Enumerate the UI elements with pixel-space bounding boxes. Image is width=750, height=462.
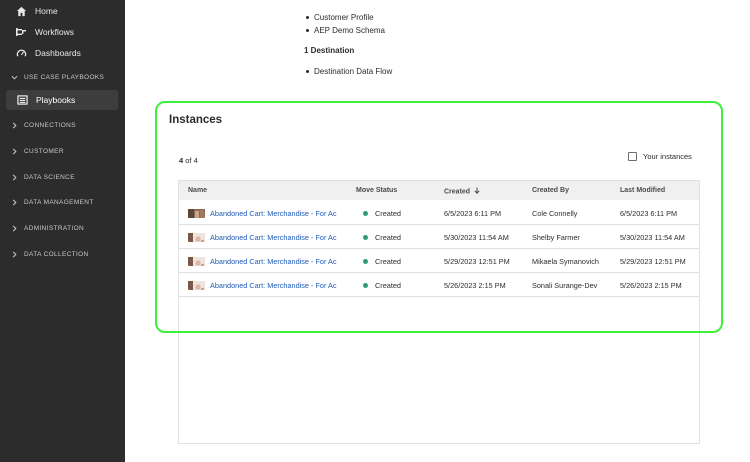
sidebar-section-connections[interactable]: CONNECTIONS — [0, 115, 125, 135]
sidebar-item-playbooks[interactable]: Playbooks — [6, 90, 118, 110]
column-header-created-by[interactable]: Created By — [532, 187, 569, 194]
instance-name-link[interactable]: Abandoned Cart: Merchandise - For Ac — [210, 257, 341, 266]
instances-table: Name Move Status Created Created By Last… — [178, 180, 700, 444]
sidebar-item-dashboards[interactable]: Dashboards — [0, 43, 125, 63]
sidebar-item-label: Home — [35, 6, 58, 16]
move-status: Created — [375, 209, 401, 218]
last-modified: 5/29/2023 12:51 PM — [620, 257, 686, 266]
instance-name-link[interactable]: Abandoned Cart: Merchandise - For Ac — [210, 209, 341, 218]
chevron-right-icon — [9, 143, 19, 159]
chevron-right-icon — [9, 220, 19, 236]
list-item: Customer Profile — [306, 13, 374, 22]
playbooks-icon — [14, 92, 30, 108]
chevron-right-icon — [9, 194, 19, 210]
count-total: of 4 — [183, 156, 198, 165]
thumbnail-image — [188, 255, 205, 266]
move-status: Created — [375, 281, 401, 290]
last-modified: 5/26/2023 2:15 PM — [620, 281, 682, 290]
sidebar-section-use-case-playbooks[interactable]: USE CASE PLAYBOOKS — [0, 67, 125, 87]
created-by: Sonali Surange-Dev — [532, 281, 598, 290]
your-instances-label: Your instances — [643, 152, 692, 161]
sort-descending-icon — [474, 187, 480, 196]
sidebar-section-label: DATA MANAGEMENT — [24, 198, 94, 206]
thumbnail-image — [188, 231, 205, 242]
created-date: 5/30/2023 11:54 AM — [444, 233, 509, 242]
instance-name-link[interactable]: Abandoned Cart: Merchandise - For Ac — [210, 281, 341, 290]
sidebar-section-customer[interactable]: CUSTOMER — [0, 141, 125, 161]
column-header-name[interactable]: Name — [188, 187, 207, 194]
created-by: Cole Connelly — [532, 209, 578, 218]
dashboards-icon — [13, 45, 29, 61]
status-dot — [363, 235, 368, 240]
column-header-move-status[interactable]: Move Status — [356, 187, 397, 194]
left-sidebar: Home Workflows Dashboards USE CASE PLAYB… — [0, 0, 125, 462]
thumbnail-image — [188, 207, 205, 218]
sidebar-item-workflows[interactable]: Workflows — [0, 22, 125, 42]
section-title: Instances — [169, 114, 223, 126]
chevron-right-icon — [9, 117, 19, 133]
sidebar-section-label: USE CASE PLAYBOOKS — [24, 73, 105, 81]
sidebar-section-label: CONNECTIONS — [24, 121, 76, 129]
list-item: Destination Data Flow — [305, 67, 393, 76]
destination-heading: 1 Destination — [304, 46, 355, 55]
sidebar-section-data-collection[interactable]: DATA COLLECTION — [0, 244, 125, 264]
sidebar-section-label: CUSTOMER — [24, 147, 64, 155]
sidebar-section-data-management[interactable]: DATA MANAGEMENT — [0, 192, 125, 212]
column-header-created[interactable]: Created — [444, 187, 480, 196]
sidebar-section-label: ADMINISTRATION — [24, 224, 85, 232]
status-dot — [363, 259, 368, 264]
your-instances-filter[interactable]: Your instances — [628, 152, 692, 161]
table-row[interactable]: Abandoned Cart: Merchandise - For Ac Cre… — [179, 225, 699, 249]
status-dot — [363, 283, 368, 288]
table-row[interactable]: Abandoned Cart: Merchandise - For Ac Cre… — [179, 201, 699, 225]
sidebar-item-label: Workflows — [35, 27, 75, 37]
sidebar-item-label: Playbooks — [36, 95, 76, 105]
last-modified: 6/5/2023 6:11 PM — [620, 209, 678, 218]
instance-count: 4 of 4 — [179, 156, 198, 165]
thumbnail-image — [188, 279, 205, 290]
chevron-right-icon — [9, 246, 19, 262]
sidebar-section-label: DATA COLLECTION — [24, 250, 89, 258]
created-date: 5/26/2023 2:15 PM — [444, 281, 506, 290]
created-by: Shelby Farmer — [532, 233, 580, 242]
table-row[interactable]: Abandoned Cart: Merchandise - For Ac Cre… — [179, 249, 699, 273]
move-status: Created — [375, 233, 401, 242]
sidebar-item-home[interactable]: Home — [0, 1, 125, 21]
status-dot — [363, 211, 368, 216]
sidebar-section-data-science[interactable]: DATA SCIENCE — [0, 167, 125, 187]
created-date: 6/5/2023 6:11 PM — [444, 209, 502, 218]
created-date: 5/29/2023 12:51 PM — [444, 257, 510, 266]
sidebar-item-label: Dashboards — [35, 48, 81, 58]
chevron-down-icon — [9, 69, 19, 85]
move-status: Created — [375, 257, 401, 266]
table-header: Name Move Status Created Created By Last… — [179, 181, 699, 200]
sidebar-section-label: DATA SCIENCE — [24, 173, 75, 181]
workflows-icon — [13, 24, 29, 40]
last-modified: 5/30/2023 11:54 AM — [620, 233, 685, 242]
table-row[interactable]: Abandoned Cart: Merchandise - For Ac Cre… — [179, 273, 699, 297]
your-instances-checkbox[interactable] — [628, 152, 637, 161]
instance-name-link[interactable]: Abandoned Cart: Merchandise - For Ac — [210, 233, 341, 242]
home-icon — [13, 3, 29, 19]
sidebar-section-administration[interactable]: ADMINISTRATION — [0, 218, 125, 238]
list-item: AEP Demo Schema — [306, 26, 385, 35]
column-header-label: Created — [444, 188, 471, 196]
created-by: Mikaela Symanovich — [532, 257, 599, 266]
column-header-last-modified[interactable]: Last Modified — [620, 187, 665, 194]
chevron-right-icon — [9, 169, 19, 185]
